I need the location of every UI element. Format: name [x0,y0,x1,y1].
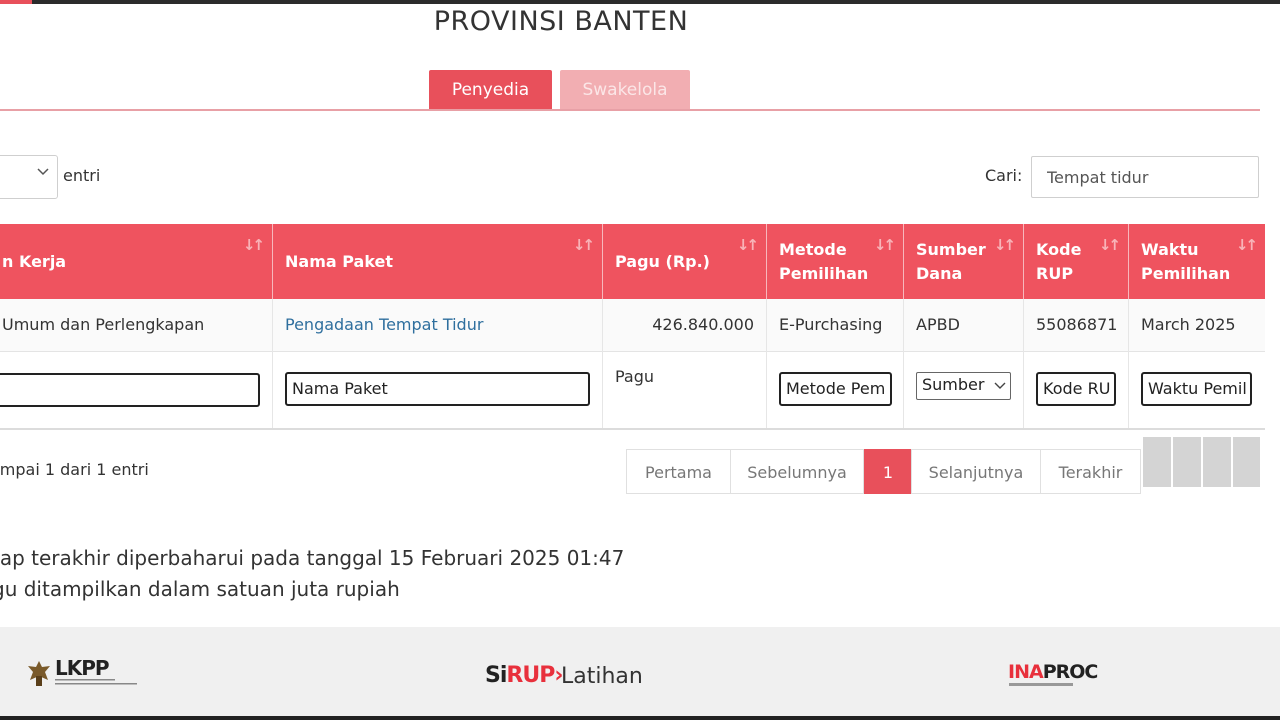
cell-nama-paket: Pengadaan Tempat Tidur [273,299,603,351]
filter-satuan-kerja-input[interactable] [0,373,260,407]
pagination-first-button[interactable]: Pertama [626,449,731,494]
filter-sumber-select[interactable]: Sumber [916,372,1011,400]
cell-pagu: 426.840.000 [603,299,767,351]
column-header-label: n Kerja [2,252,67,271]
cell-waktu: March 2025 [1129,299,1265,351]
garuda-emblem-icon [28,661,50,686]
sort-icon: ↓↑ [242,236,265,254]
page-title: PROVINSI BANTEN [433,6,689,37]
latihan-label: Latihan [561,664,643,689]
entries-suffix-label: entri [63,166,101,185]
filter-pagu-label[interactable]: Pagu [615,367,654,386]
table-info-text: ampai 1 dari 1 entri [0,460,149,479]
cell-kode-rup: 55086871 [1024,299,1129,351]
pagination-next-button[interactable]: Selanjutnya [911,449,1041,494]
table-bottom-border [0,428,1265,430]
search-input[interactable] [1031,156,1259,198]
sort-icon: ↓↑ [1098,236,1121,254]
column-header-label: Pagu (Rp.) [615,252,710,271]
gray-block [1143,437,1171,487]
filter-waktu-input[interactable]: Waktu Pemil [1141,372,1252,406]
column-header-label: Metode Pemilihan [779,239,869,283]
filter-nama-paket-input[interactable]: Nama Paket [285,372,590,406]
sort-icon: ↓↑ [572,236,595,254]
package-link[interactable]: Pengadaan Tempat Tidur [285,315,483,334]
gray-block [1173,437,1201,487]
sirup-logo-text: SiRUP› [485,663,563,688]
cell-metode: E-Purchasing [767,299,904,351]
tab-penyedia[interactable]: Penyedia [429,70,552,110]
pagination-last-button[interactable]: Terakhir [1040,449,1141,494]
search-label: Cari: [985,166,1023,185]
sort-icon: ↓↑ [1235,236,1258,254]
gray-block [1233,437,1260,487]
filter-metode-input[interactable]: Metode Pem [779,372,892,406]
tabs-divider [0,109,1260,111]
filter-kode-rup-input[interactable]: Kode RU [1036,372,1116,406]
inaproc-logo-text: INAPROC [1008,661,1098,683]
inaproc-subtitle-graphic [1009,683,1073,686]
column-header-label: Sumber Dana [916,239,986,283]
column-header-label: Nama Paket [285,252,394,271]
column-header-label: Kode RUP [1036,239,1082,283]
last-updated-note: tap terakhir diperbaharui pada tanggal 1… [0,546,625,570]
gray-block [1203,437,1231,487]
bottom-bar [0,716,1280,720]
column-header-metode[interactable]: Metode Pemilihan ↓↑ [767,224,904,299]
column-header-sumber[interactable]: Sumber Dana ↓↑ [904,224,1024,299]
cell-sumber: APBD [904,299,1024,351]
pagination-prev-button[interactable]: Sebelumnya [730,449,864,494]
sort-icon: ↓↑ [873,236,896,254]
top-bar [0,0,1280,4]
sort-icon: ↓↑ [736,236,759,254]
cell-satuan-kerja: Umum dan Perlengkapan [0,299,273,351]
column-header-label: Waktu Pemilihan [1141,239,1231,283]
column-header-nama-paket[interactable]: Nama Paket ↓↑ [273,224,603,299]
top-bar-accent [0,0,32,4]
pagu-unit-note: gu ditampilkan dalam satuan juta rupiah [0,577,400,601]
column-header-kode-rup[interactable]: Kode RUP ↓↑ [1024,224,1129,299]
pagination-page-1-button[interactable]: 1 [864,449,912,494]
filter-sumber-value: Sumber [922,375,985,394]
chevron-down-icon [36,165,50,181]
lkpp-subtitle-graphic [55,679,137,685]
column-header-waktu[interactable]: Waktu Pemilihan ↓↑ [1129,224,1265,299]
filter-cell [603,351,767,428]
column-header-satuan-kerja[interactable]: n Kerja ↓↑ [0,224,273,299]
sort-icon: ↓↑ [993,236,1016,254]
column-header-pagu[interactable]: Pagu (Rp.) ↓↑ [603,224,767,299]
lkpp-logo-text: LKPP [55,656,110,680]
tab-swakelola[interactable]: Swakelola [560,70,690,110]
chevron-down-icon [994,373,1006,397]
